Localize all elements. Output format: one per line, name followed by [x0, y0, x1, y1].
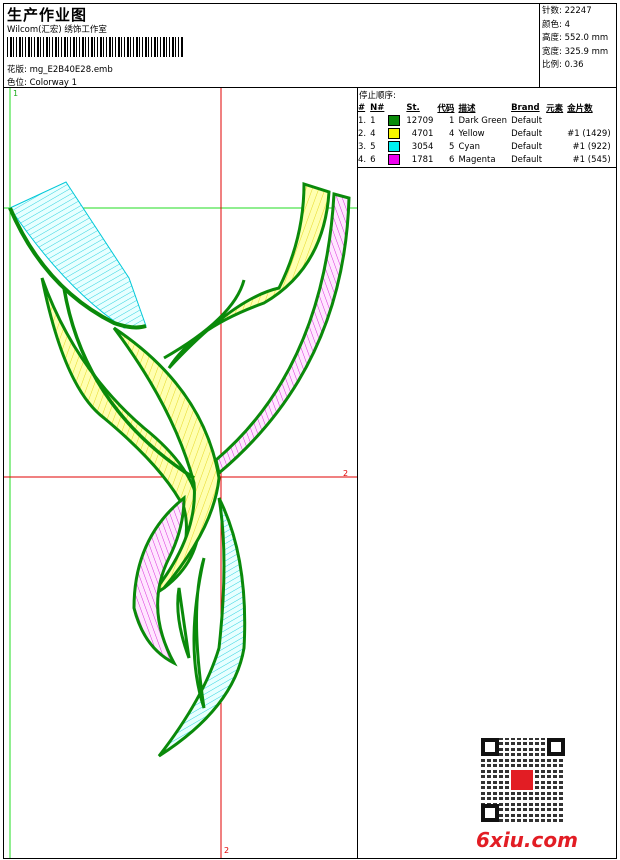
cell-n: 6 [370, 154, 376, 165]
cell-elem [544, 140, 565, 153]
stat-height: 高度: 552.0 mm [542, 33, 609, 43]
cell-brand: Default [511, 115, 543, 126]
cell-n: 4 [370, 128, 376, 139]
embroidery-design [4, 88, 357, 858]
cell-desc: Magenta [458, 154, 496, 165]
cell-swatch [386, 153, 404, 166]
cell-swatch [386, 140, 404, 153]
marker-right: 2 [343, 469, 349, 478]
col-elem: 元素 [546, 103, 564, 114]
col-n: N# [370, 102, 385, 113]
marker-bottom: 2 [224, 846, 230, 855]
stat-scale: 比例: 0.36 [542, 60, 584, 70]
green-stroke-2 [163, 279, 246, 360]
color-table-row: 1. 1 12709 1 Dark Green Default [356, 114, 613, 127]
stop-sequence-title: 停止顺序: [359, 91, 396, 101]
cell-code: 4 [449, 128, 455, 139]
stats-divider [539, 3, 540, 88]
cell-idx: 2. [358, 128, 367, 139]
cell-elem [544, 153, 565, 166]
cell-brand: Default [511, 154, 543, 165]
cell-desc: Cyan [458, 141, 480, 152]
cell-elem [544, 114, 565, 127]
stat-colors: 颜色: 4 [542, 19, 570, 30]
design-file: mg_E2B40E28.emb [29, 65, 113, 75]
page-title: 生产作业图 [7, 6, 88, 24]
cell-st: 1781 [411, 154, 434, 165]
color-table-row: 3. 5 3054 5 Cyan Default #1 (922) [356, 140, 613, 153]
design-label: 花版: [7, 65, 27, 75]
stat-stitches: 针数: 22247 [542, 6, 592, 16]
cell-seq [565, 114, 613, 127]
marker-top-left: 1 [13, 89, 19, 98]
panel-divider [357, 87, 358, 859]
color-table: # N# St. 代码 描述 Brand 元素 金片数 1. 1 12709 1 Dar… [356, 101, 613, 166]
cell-idx: 4. [358, 154, 367, 165]
color-table-row: 4. 6 1781 6 Magenta Default #1 (545) [356, 153, 613, 166]
cell-desc: Yellow [458, 128, 485, 139]
color-swatch [388, 115, 401, 126]
green-stroke-3 [176, 587, 191, 659]
cell-st: 4701 [411, 128, 434, 139]
cell-code: 6 [449, 154, 455, 165]
cell-code: 1 [449, 115, 455, 126]
col-seq: 金片数 [567, 103, 593, 114]
qr-code [481, 738, 565, 822]
cell-st: 12709 [406, 115, 434, 126]
col-st: St. [406, 102, 420, 113]
cell-brand: Default [511, 141, 543, 152]
cell-desc: Dark Green [458, 115, 508, 126]
stats-panel: 针数: 22247 颜色: 4 高度: 552.0 mm 宽度: 325.9 m… [542, 5, 608, 73]
cell-elem [544, 127, 565, 140]
cell-brand: Default [511, 128, 543, 139]
cell-swatch [386, 127, 404, 140]
magenta-lower [132, 494, 186, 667]
cell-seq: #1 (922) [572, 141, 611, 152]
color-swatch [388, 128, 401, 139]
cell-code: 5 [449, 141, 455, 152]
cell-n: 1 [370, 115, 376, 126]
design-file-row: 花版: mg_E2B40E28.emb [7, 63, 113, 75]
cell-seq: #1 (545) [572, 154, 611, 165]
stat-width: 宽度: 325.9 mm [542, 46, 609, 57]
color-table-header: # N# St. 代码 描述 Brand 元素 金片数 [356, 101, 613, 114]
cell-seq: #1 (1429) [567, 128, 611, 139]
col-idx: # [358, 102, 366, 113]
col-desc: 描述 [458, 103, 476, 114]
color-swatch [388, 154, 401, 165]
barcode [7, 37, 183, 57]
color-table-row: 2. 4 4701 4 Yellow Default #1 (1429) [356, 127, 613, 140]
color-swatch [388, 141, 401, 152]
cell-st: 3054 [411, 141, 434, 152]
watermark-logo: 6xiu.com [476, 828, 578, 852]
magenta-strip-right [214, 192, 351, 476]
cyan-leaf-top [9, 181, 147, 329]
cell-idx: 3. [358, 141, 367, 152]
col-code: 代码 [437, 103, 455, 114]
cell-idx: 1. [358, 115, 367, 126]
cell-n: 5 [370, 141, 376, 152]
table-bottom-line [357, 167, 617, 168]
cell-swatch [386, 114, 404, 127]
col-brand: Brand [511, 102, 540, 113]
company-name: Wilcom(汇宏) 绣饰工作室 [7, 25, 107, 35]
